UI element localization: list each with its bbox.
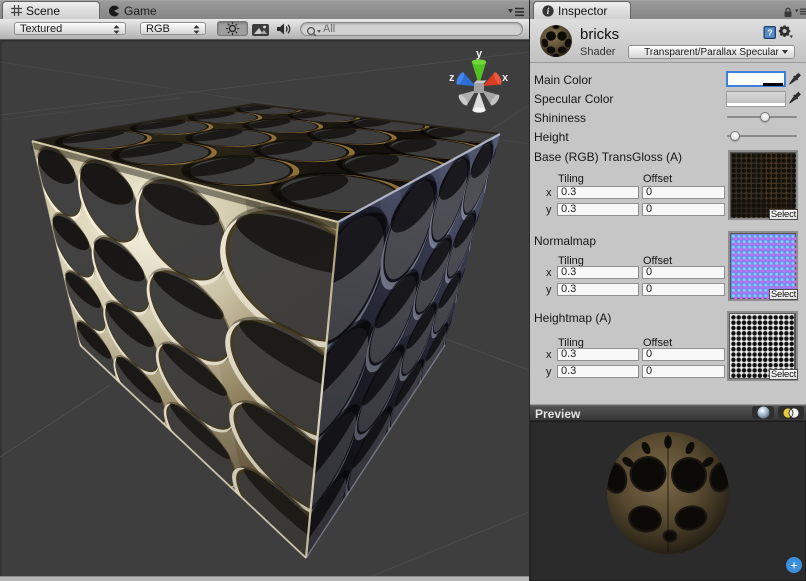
svg-text:y: y — [476, 48, 483, 60]
svg-text:x: x — [502, 72, 509, 84]
svg-text:?: ? — [767, 28, 772, 38]
svg-text:+: + — [790, 558, 798, 573]
svg-text:z: z — [449, 72, 455, 84]
